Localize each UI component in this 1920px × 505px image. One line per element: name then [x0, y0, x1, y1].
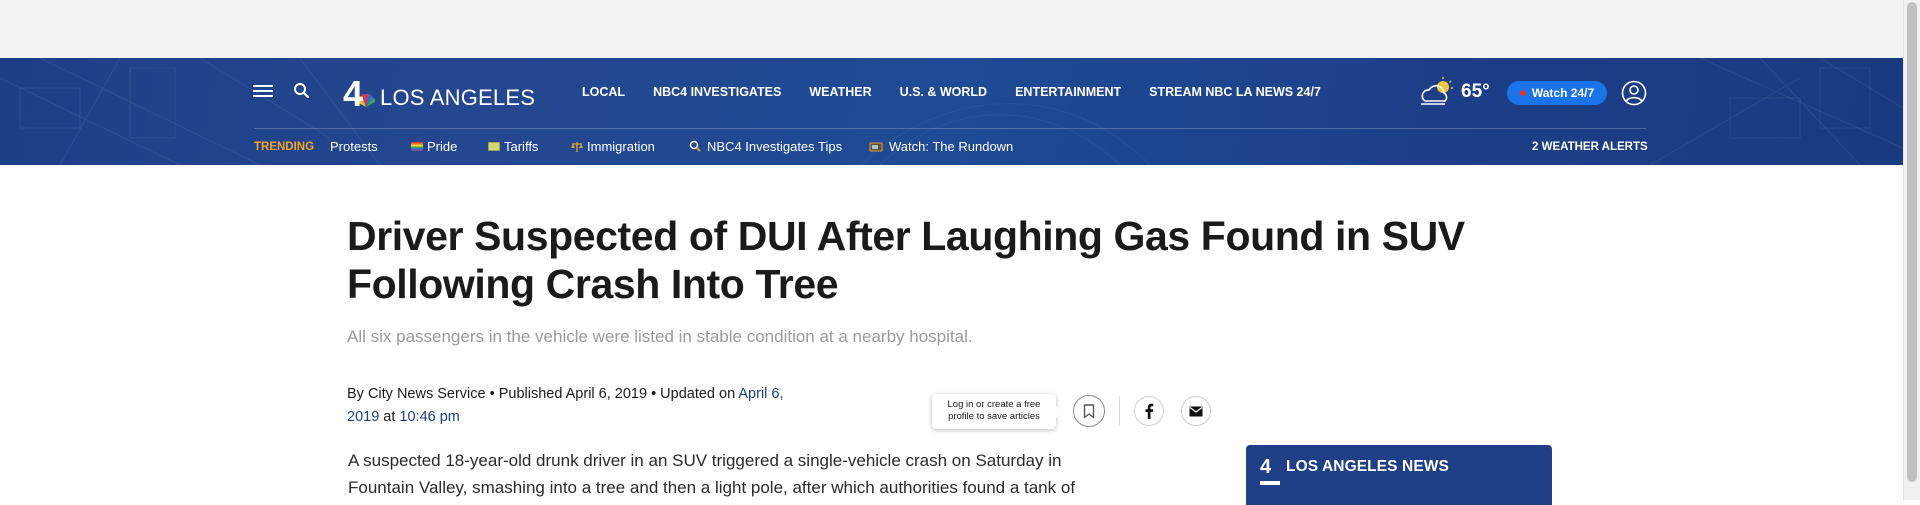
- watch-live-button[interactable]: Watch 24/7: [1507, 81, 1607, 105]
- article-body-paragraph: A suspected 18-year-old drunk driver in …: [348, 451, 1076, 497]
- magnifier-icon: [689, 140, 701, 152]
- card-nbc4-logo: 4: [1260, 456, 1272, 478]
- updated-time-link[interactable]: 10:46 pm: [399, 409, 459, 425]
- los-angeles-news-card[interactable]: 4 LOS ANGELES NEWS: [1246, 445, 1552, 505]
- tooltip-arrow: [1056, 406, 1062, 418]
- trending-label: TRENDING: [254, 141, 315, 153]
- scales-icon: [571, 141, 583, 152]
- nbc4-numeral-logo: 4: [343, 73, 363, 114]
- card-title: LOS ANGELES NEWS: [1286, 458, 1449, 475]
- article-title: Driver Suspected of DUI After Laughing G…: [347, 213, 1465, 307]
- nav-local[interactable]: LOCAL: [582, 85, 625, 99]
- trending-item-label: Immigration: [587, 139, 655, 154]
- trending-tariffs[interactable]: Tariffs: [488, 139, 538, 154]
- nav-us-world[interactable]: U.S. & WORLD: [900, 85, 988, 99]
- trending-pride[interactable]: Pride: [411, 139, 457, 154]
- nav-weather[interactable]: WEATHER: [809, 85, 871, 99]
- weather-temperature: 65°: [1461, 81, 1490, 102]
- bookmark-icon: [1083, 403, 1095, 418]
- trending-item-label: NBC4 Investigates Tips: [707, 139, 843, 154]
- rainbow-flag-icon: [411, 142, 423, 151]
- trending-item-label: Pride: [427, 139, 458, 154]
- trending-protests[interactable]: Protests: [330, 139, 378, 154]
- watch-live-label: Watch 24/7: [1531, 86, 1595, 100]
- email-icon: [1189, 406, 1203, 416]
- card-underline: [1260, 481, 1280, 485]
- scrollbar-thumb[interactable]: [1907, 2, 1917, 482]
- save-article-tooltip: Log in or create a free profile to save …: [932, 394, 1062, 429]
- byline-at: at: [379, 409, 400, 425]
- main-nav: LOCAL NBC4 INVESTIGATES WEATHER U.S. & W…: [582, 85, 1349, 99]
- trending-watch-rundown[interactable]: Watch: The Rundown: [869, 139, 1013, 154]
- article-subtitle: All six passengers in the vehicle were l…: [347, 327, 973, 346]
- partly-cloudy-icon: [1421, 77, 1453, 105]
- search-icon[interactable]: [292, 81, 312, 101]
- ad-placeholder-band: [0, 0, 1920, 58]
- tv-icon: [869, 142, 883, 151]
- nav-stream[interactable]: STREAM NBC LA NEWS 24/7: [1149, 85, 1321, 99]
- share-facebook-button[interactable]: [1134, 396, 1164, 426]
- trending-item-label: Watch: The Rundown: [889, 139, 1014, 154]
- share-divider: [1119, 396, 1120, 426]
- facebook-icon: [1145, 403, 1154, 419]
- share-email-button[interactable]: [1181, 396, 1211, 426]
- hamburger-menu-icon[interactable]: [253, 82, 275, 100]
- save-article-button[interactable]: [1073, 395, 1105, 427]
- weather-alerts-link[interactable]: 2 WEATHER ALERTS: [1532, 141, 1648, 153]
- article-byline: By City News Service • Published April 6…: [347, 383, 787, 429]
- nav-nbc4-investigates[interactable]: NBC4 INVESTIGATES: [653, 85, 781, 99]
- trending-item-label: Protests: [330, 139, 378, 154]
- nav-entertainment[interactable]: ENTERTAINMENT: [1015, 85, 1121, 99]
- money-icon: [488, 142, 500, 151]
- trending-item-label: Tariffs: [504, 139, 539, 154]
- live-dot-icon: [1519, 90, 1526, 96]
- trending-investigates-tips[interactable]: NBC4 Investigates Tips: [689, 139, 842, 154]
- user-account-icon[interactable]: [1621, 80, 1647, 106]
- site-header: 4 LOS ANGELES LOCAL NBC4 INVESTIGATES WE…: [0, 58, 1903, 165]
- page-scrollbar[interactable]: [1903, 0, 1920, 500]
- trending-immigration[interactable]: Immigration: [571, 139, 655, 154]
- save-article-tooltip-text: Log in or create a free profile to save …: [947, 399, 1041, 422]
- weather-widget[interactable]: 65°: [1419, 77, 1490, 107]
- logo-city-label: LOS ANGELES: [380, 85, 536, 110]
- byline-text: By City News Service • Published April 6…: [347, 386, 739, 402]
- nbc4-logo[interactable]: 4 LOS ANGELES: [343, 73, 536, 114]
